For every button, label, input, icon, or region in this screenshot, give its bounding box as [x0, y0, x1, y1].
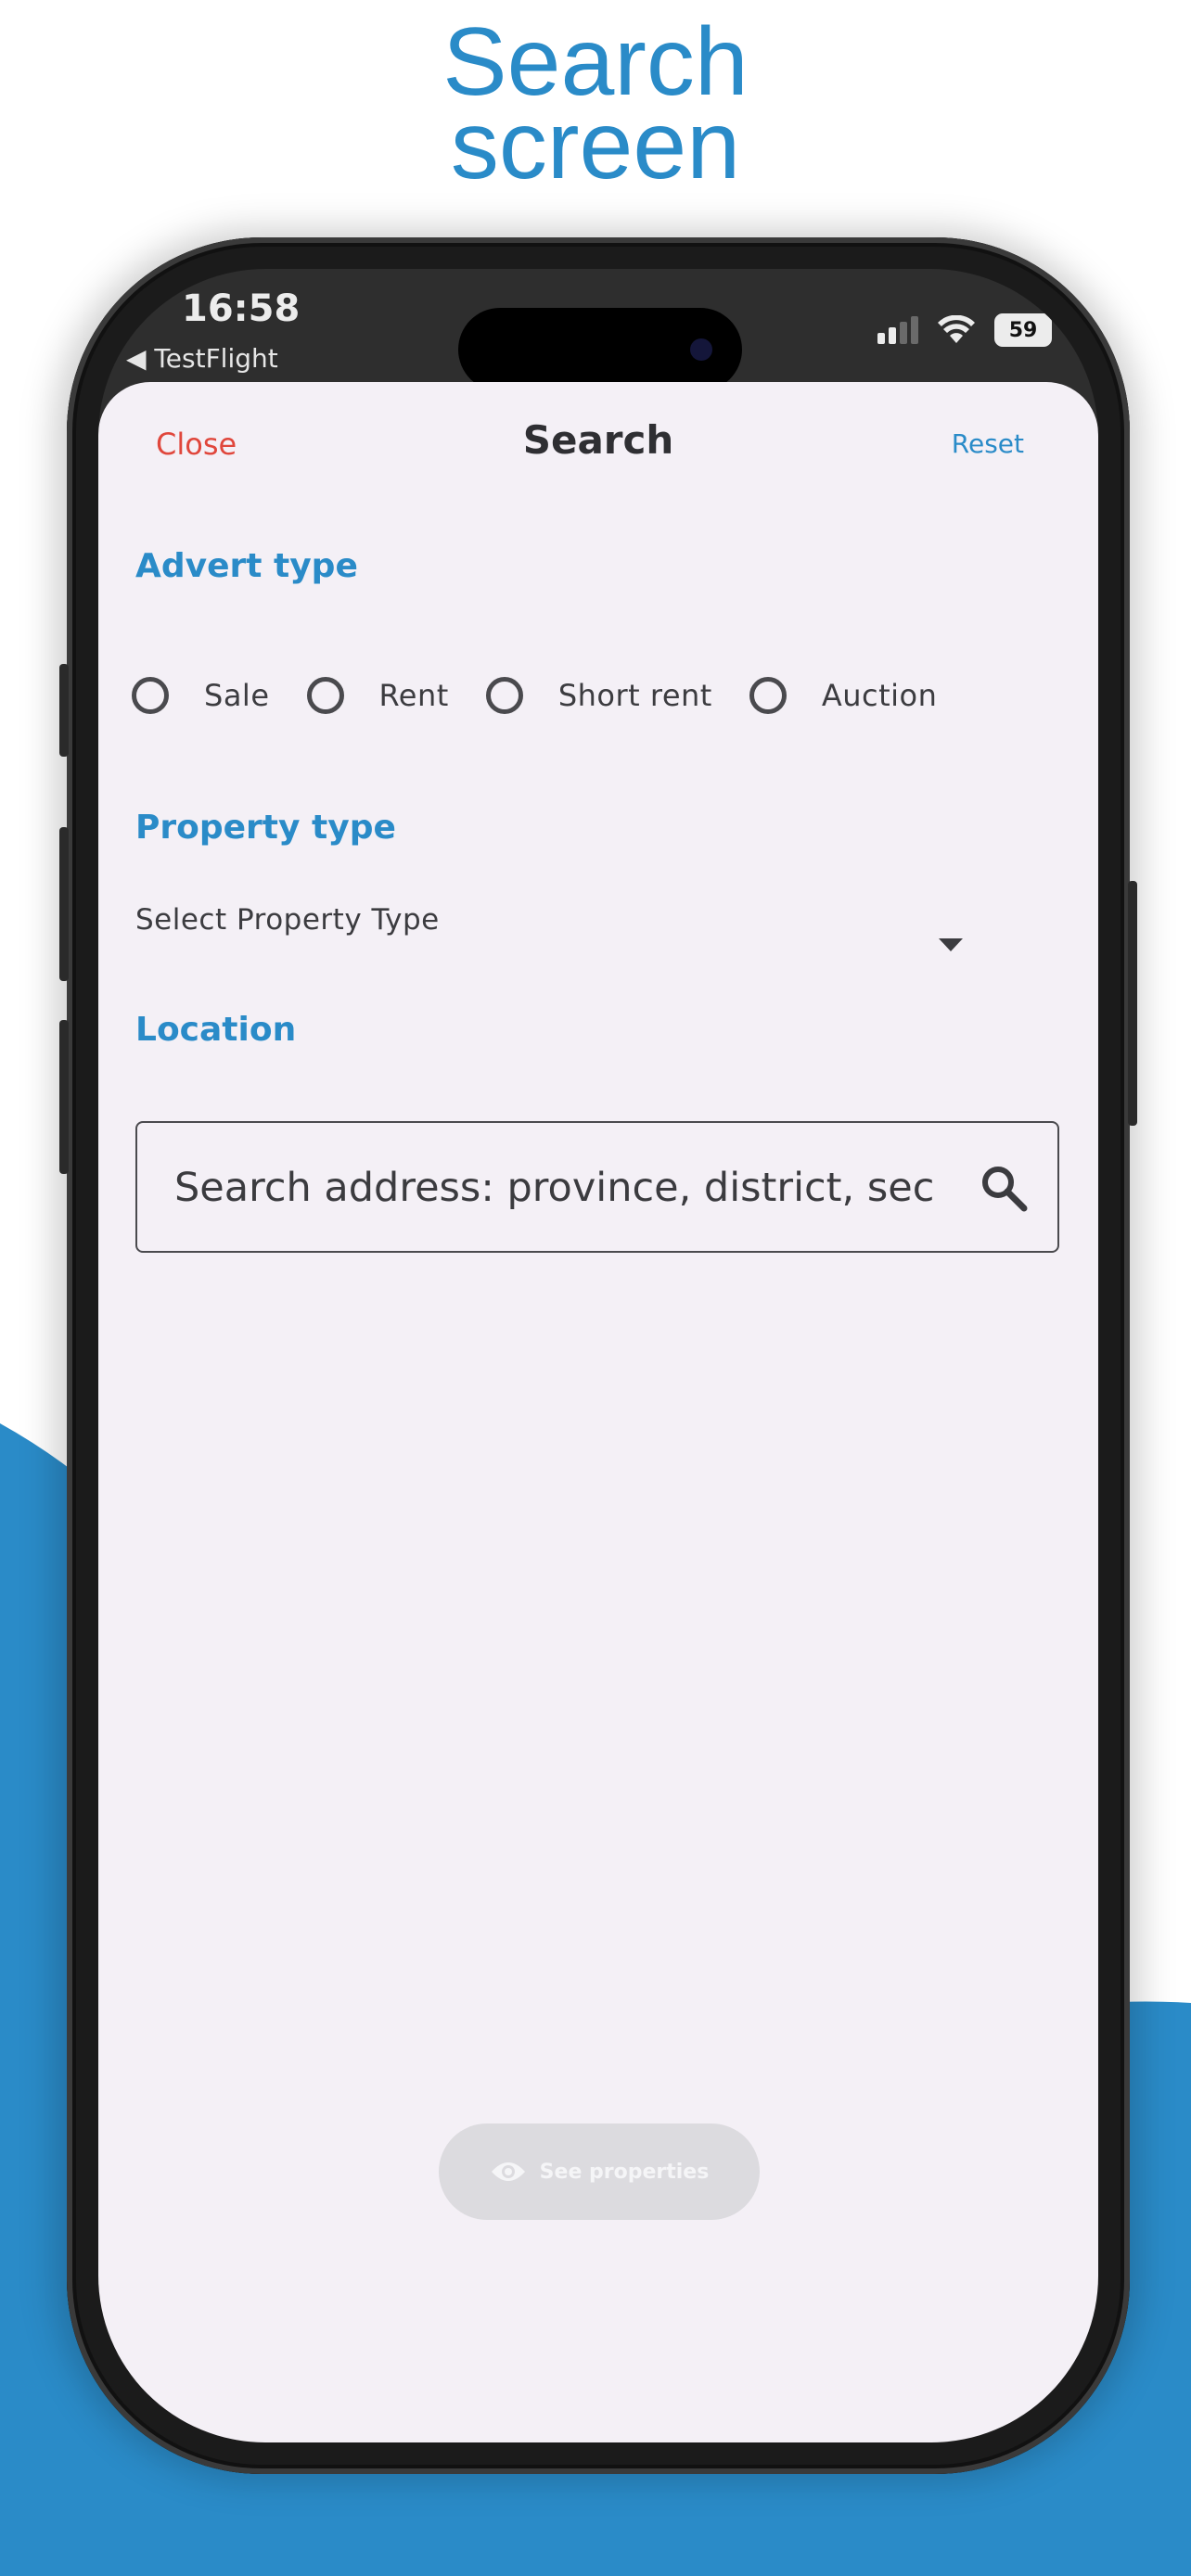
radio-label: Sale	[204, 678, 270, 713]
location-title: Location	[135, 1011, 297, 1049]
search-sheet: Search Close Reset Advert type Sale Rent…	[98, 382, 1098, 2442]
wifi-icon	[938, 315, 975, 343]
phone-volume-down	[59, 1020, 69, 1174]
camera-dot	[690, 338, 712, 361]
phone-mute-switch	[59, 664, 69, 757]
radio-sale[interactable]: Sale	[132, 677, 270, 714]
page-title: Search	[522, 417, 674, 463]
radio-label: Short rent	[557, 678, 712, 713]
see-properties-button[interactable]: See properties	[439, 2123, 760, 2220]
eye-icon	[491, 2162, 525, 2181]
property-type-select[interactable]: Select Property Type	[135, 901, 1044, 976]
promo-headline-line2: screen	[450, 92, 741, 199]
phone-power-button	[1128, 881, 1137, 1126]
property-type-placeholder: Select Property Type	[135, 903, 440, 937]
advert-type-title: Advert type	[135, 547, 358, 585]
dynamic-island	[458, 308, 742, 391]
phone-screen: 16:58 ◀ TestFlight 59 Search Close Reset…	[98, 269, 1098, 2442]
back-to-testflight[interactable]: ◀ TestFlight	[126, 343, 278, 374]
radio-circle-icon	[749, 677, 787, 714]
status-time: 16:58	[182, 287, 301, 330]
radio-circle-icon	[132, 677, 169, 714]
search-icon[interactable]	[978, 1162, 1030, 1214]
radio-rent[interactable]: Rent	[306, 677, 449, 714]
phone-volume-up	[59, 827, 69, 981]
location-search-input[interactable]	[174, 1160, 935, 1216]
advert-type-radio-group: Sale Rent Short rent Auction	[132, 677, 974, 714]
cellular-signal-icon	[877, 316, 918, 344]
caret-down-icon	[939, 938, 963, 951]
battery-icon: 59	[994, 313, 1052, 347]
radio-label: Rent	[378, 678, 449, 713]
location-search-field	[135, 1121, 1059, 1253]
status-icons: 59	[877, 313, 1052, 347]
promo-headline: Search screen	[0, 14, 1191, 199]
radio-label: Auction	[821, 678, 938, 713]
radio-circle-icon	[306, 677, 344, 714]
see-properties-label: See properties	[539, 2160, 710, 2184]
close-button[interactable]: Close	[156, 427, 237, 462]
reset-button[interactable]: Reset	[952, 428, 1024, 459]
radio-circle-icon	[485, 677, 523, 714]
radio-short-rent[interactable]: Short rent	[485, 677, 712, 714]
property-type-title: Property type	[135, 809, 396, 847]
radio-auction[interactable]: Auction	[749, 677, 938, 714]
